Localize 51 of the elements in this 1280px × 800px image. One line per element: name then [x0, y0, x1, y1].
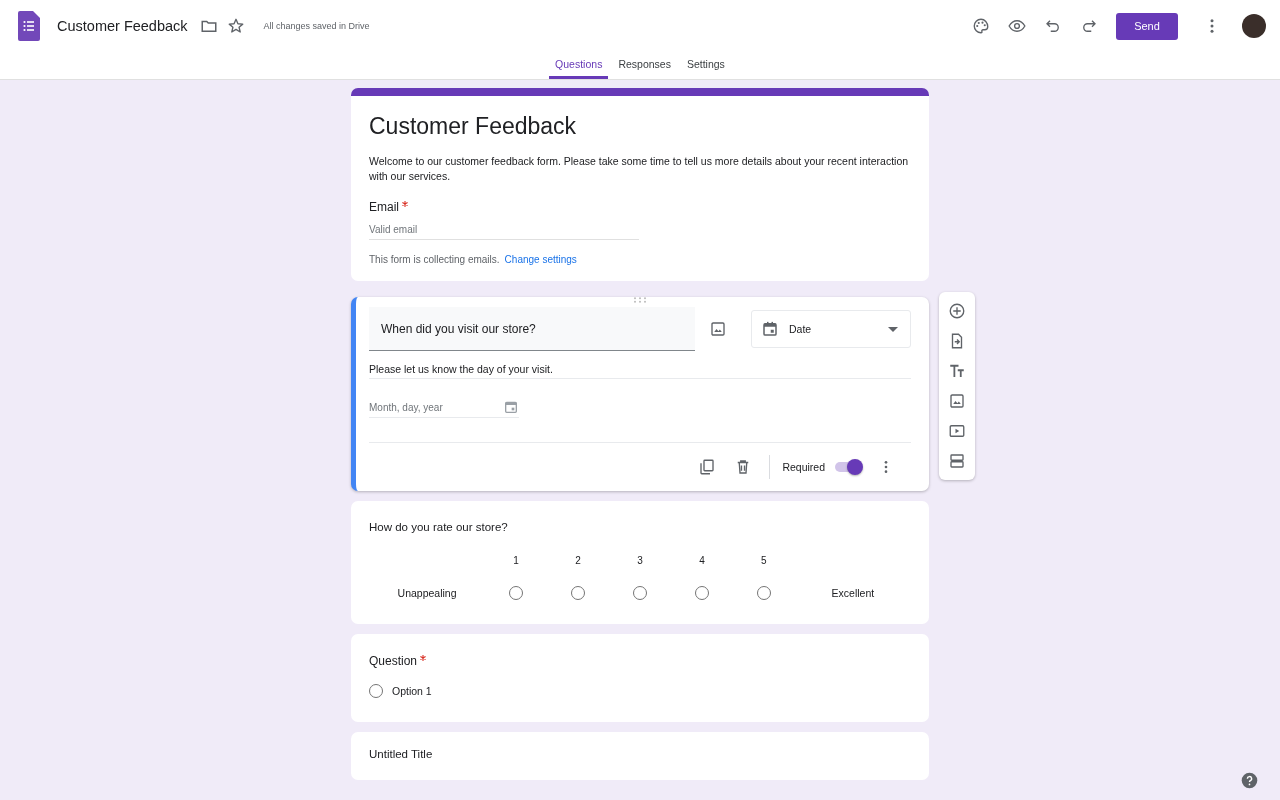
- scale-number: 2: [575, 555, 581, 566]
- help-icon[interactable]: [1241, 772, 1258, 789]
- date-field[interactable]: Month, day, year: [369, 399, 519, 418]
- scale-number: 4: [699, 555, 705, 566]
- image-icon[interactable]: [709, 320, 727, 338]
- dropdown-caret-icon: [888, 326, 898, 332]
- video-icon[interactable]: [948, 422, 966, 440]
- calendar-icon: [503, 399, 519, 415]
- question-title: How do you rate our store?: [369, 521, 509, 533]
- email-label: Email: [369, 200, 399, 214]
- scale-high-label: Excellent: [830, 587, 876, 600]
- send-button[interactable]: Send: [1116, 12, 1178, 40]
- scale-number: 5: [761, 555, 767, 566]
- question-title: Question: [369, 654, 418, 668]
- forms-logo-icon[interactable]: [18, 11, 40, 41]
- redo-icon[interactable]: [1080, 17, 1098, 35]
- tab[interactable]: Responses: [612, 52, 677, 79]
- scale-number: 1: [513, 555, 519, 566]
- text-size-icon[interactable]: [948, 362, 966, 380]
- tab[interactable]: Questions: [549, 52, 609, 79]
- avatar[interactable]: [1242, 14, 1266, 38]
- drag-handle-icon[interactable]: [633, 297, 647, 303]
- collecting-note: This form is collecting emails.: [369, 254, 500, 265]
- question-card[interactable]: Question Option 1: [351, 634, 929, 722]
- question-card[interactable]: When did you visit our store? Date Please let us know the day of your visit. Month, day, year Required: [351, 297, 929, 491]
- image-icon[interactable]: [948, 392, 966, 410]
- save-status: All changes saved in Drive: [263, 21, 370, 31]
- option-label: Option 1: [392, 685, 432, 697]
- eye-icon[interactable]: [1008, 17, 1026, 35]
- question-type-dropdown[interactable]: Date: [751, 310, 911, 348]
- question-description[interactable]: Please let us know the day of your visit.: [369, 363, 911, 379]
- section-icon[interactable]: [948, 452, 966, 470]
- question-card[interactable]: How do you rate our store? Unappealing 1 2 3 4 5 Excellent: [351, 501, 929, 624]
- undo-icon[interactable]: [1044, 17, 1062, 35]
- form-title[interactable]: Customer Feedback: [369, 113, 911, 140]
- copy-icon[interactable]: [698, 458, 717, 476]
- form-description[interactable]: Welcome to our customer feedback form. Please take some time to tell us more details about your recent interaction with our services.: [369, 154, 911, 184]
- scale-low-label: Unappealing: [396, 587, 458, 600]
- scale-number: 3: [637, 555, 643, 566]
- change-settings-link[interactable]: Change settings: [504, 254, 577, 265]
- star-icon[interactable]: [226, 17, 245, 35]
- question-title-field[interactable]: When did you visit our store?: [369, 307, 695, 351]
- required-label: Required: [782, 461, 825, 473]
- question-card[interactable]: Untitled Title: [351, 732, 929, 780]
- add-circle-icon[interactable]: [948, 302, 966, 320]
- document-title[interactable]: Customer Feedback: [57, 18, 188, 34]
- calendar-icon: [761, 320, 779, 338]
- question-title: Untitled Title: [369, 748, 434, 760]
- palette-icon[interactable]: [972, 17, 990, 35]
- required-toggle[interactable]: [835, 462, 861, 472]
- tab[interactable]: Settings: [680, 52, 731, 79]
